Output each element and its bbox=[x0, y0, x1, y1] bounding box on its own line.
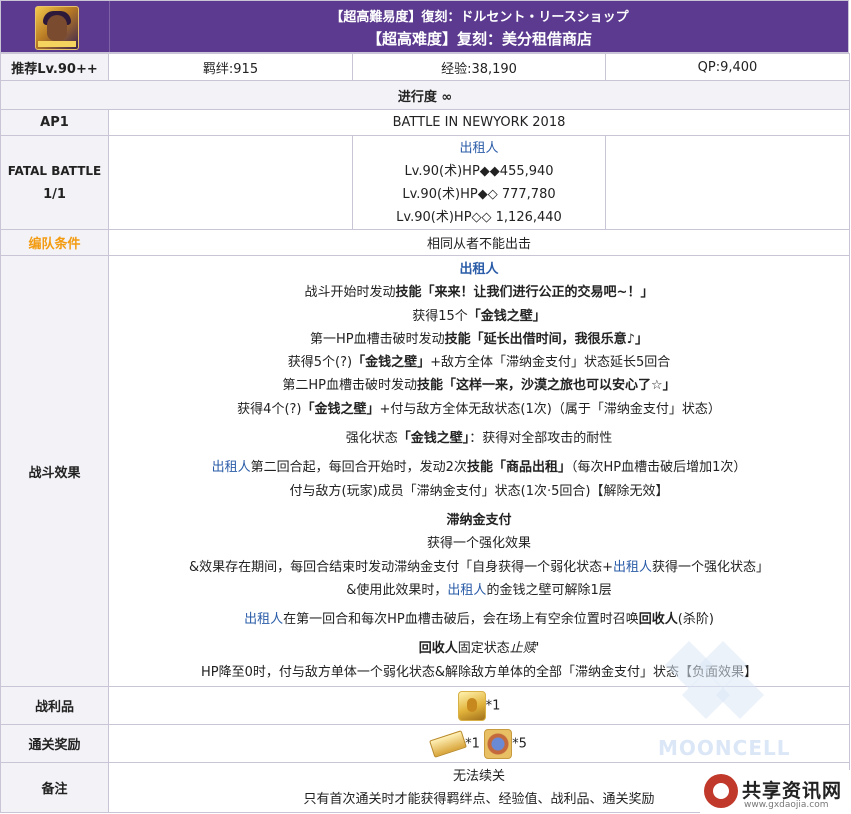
quest-title-jp: 【超高難易度】復刻：ドルセント・リースショップ bbox=[330, 10, 629, 25]
effect-text: 获得一个强化效果 bbox=[426, 536, 531, 552]
buff-name: 「金钱之壁」 bbox=[352, 355, 431, 371]
effects-row: 战斗效果 出租人 战斗开始时发动技能「来来！让我们进行公正的交易吧~！」 获得1… bbox=[0, 255, 850, 687]
effect-text: +付与敌方全体无敌状态(1次)（属于「滞纳金支付」状态） bbox=[379, 401, 721, 417]
craft-essence-card-icon[interactable] bbox=[484, 728, 513, 759]
ap-label: AP1 bbox=[0, 109, 109, 136]
formation-value: 相同从者不能出击 bbox=[108, 229, 850, 256]
note-label: 备注 bbox=[0, 762, 109, 813]
enemy-name-link[interactable]: 出租人 bbox=[244, 612, 283, 627]
effect-text: ：获得对全部攻击的耐性 bbox=[469, 431, 613, 447]
site-name: 共享资讯网 bbox=[742, 780, 843, 802]
buff-name: 「金钱之壁」 bbox=[397, 431, 470, 447]
effect-text: HP降至0时，付与敌方单体一个弱化状态&解除敌方单体的全部「滞纳金支付」状态【负… bbox=[200, 664, 758, 680]
summon-name: 回收人 bbox=[638, 612, 678, 628]
effect-text: &效果存在期间，每回合结束时发动滞纳金支付「自身获得一个弱化状态+ bbox=[188, 559, 613, 575]
exp-value: 经验:38,190 bbox=[352, 53, 606, 81]
buff-name: 「金钱之壁」 bbox=[301, 401, 380, 417]
effect-text: 第二回合起，每回合开始时，发动2次 bbox=[250, 460, 467, 476]
progress-row: 进行度 ∞ bbox=[0, 80, 850, 110]
empty-cell-left bbox=[108, 135, 353, 230]
gold-bar-icon[interactable] bbox=[429, 729, 468, 758]
formation-row: 编队条件 相同从者不能出击 bbox=[0, 229, 850, 256]
enemy-name-link[interactable]: 出租人 bbox=[447, 583, 486, 598]
site-logo[interactable]: 共享资讯网 www.gxdaojia.com bbox=[700, 770, 850, 814]
effect-text: 在第一回合和每次HP血槽击破后，会在场上有空余位置时召唤 bbox=[283, 612, 639, 628]
skill-name: 技能「商品出租」 bbox=[466, 460, 571, 476]
effect-text: 第一HP血槽击破时发动 bbox=[310, 331, 445, 347]
effect-text: 付与敌方(玩家)成员「滞纳金支付」状态(1次·5回合)【解除无效】 bbox=[289, 483, 669, 499]
enemy-hp-line: Lv.90(术)HP◆◇ 777,780 bbox=[402, 186, 556, 202]
ap-row: AP1 BATTLE IN NEWYORK 2018 bbox=[0, 109, 850, 136]
effect-text: 第二HP血槽击破时发动 bbox=[282, 378, 417, 394]
loot-cell: *1 bbox=[108, 686, 850, 725]
effect-text: （每次HP血槽击破后增加1次） bbox=[570, 460, 747, 476]
effect-text: 固定状态 bbox=[457, 641, 510, 657]
empty-cell-right bbox=[605, 135, 850, 230]
fatal-battle-wave: 1/1 bbox=[43, 186, 66, 202]
progress-label: 进行度 ∞ bbox=[0, 80, 850, 110]
recommend-level: 推荐Lv.90++ bbox=[0, 53, 109, 81]
stats-row: 推荐Lv.90++ 羁绊:915 经验:38,190 QP:9,400 bbox=[0, 53, 850, 81]
fatal-battle-label: FATAL BATTLE 1/1 bbox=[0, 135, 109, 230]
quest-page: 【超高難易度】復刻：ドルセント・リースショップ 【超高难度】复刻：美分租借商店 … bbox=[0, 0, 851, 814]
loot-row: 战利品 *1 bbox=[0, 686, 850, 725]
effects-label: 战斗效果 bbox=[0, 255, 109, 687]
skill-name: 技能「延长出借时间，我很乐意♪」 bbox=[444, 331, 648, 347]
quest-title-cn: 【超高难度】复刻：美分租借商店 bbox=[366, 30, 592, 48]
bond-value: 羁绊:915 bbox=[108, 53, 353, 81]
debuff-title: 滞纳金支付 bbox=[446, 512, 512, 528]
status-name: 止赎' bbox=[509, 641, 540, 657]
reward-cell: *1 *5 bbox=[108, 724, 850, 763]
buff-name: 「金钱之壁」 bbox=[467, 308, 546, 324]
effect-text: 战斗开始时发动 bbox=[304, 285, 396, 301]
summon-name: 回收人 bbox=[418, 641, 458, 657]
effect-text: &使用此效果时， bbox=[346, 582, 448, 598]
thumbnail-badge bbox=[38, 41, 76, 47]
quest-table: 推荐Lv.90++ 羁绊:915 经验:38,190 QP:9,400 进行度 … bbox=[0, 53, 850, 813]
effect-text: 的金钱之壁可解除1层 bbox=[486, 582, 612, 598]
fatal-battle-title: FATAL BATTLE bbox=[7, 163, 102, 178]
loot-label: 战利品 bbox=[0, 686, 109, 725]
site-logo-icon bbox=[704, 774, 738, 808]
effect-text: +敌方全体「滞纳金支付」状态延长5回合 bbox=[430, 355, 671, 371]
reward-quantity: *1 bbox=[465, 736, 480, 751]
loot-quantity: *1 bbox=[485, 698, 501, 713]
skill-name: 技能「来来！让我们进行公正的交易吧~！」 bbox=[395, 285, 654, 301]
effect-text: 获得4个(?) bbox=[237, 401, 302, 417]
formation-label: 编队条件 bbox=[0, 229, 109, 256]
effect-text: (杀阶) bbox=[677, 612, 714, 628]
reward-label: 通关奖励 bbox=[0, 724, 109, 763]
enemy-cell: 出租人 Lv.90(术)HP◆◆455,940 Lv.90(术)HP◆◇ 777… bbox=[352, 135, 606, 230]
servant-thumbnail[interactable] bbox=[35, 6, 79, 50]
effects-cell: 出租人 战斗开始时发动技能「来来！让我们进行公正的交易吧~！」 获得15个「金钱… bbox=[108, 255, 850, 687]
enemy-hp-line: Lv.90(术)HP◇◇ 1,126,440 bbox=[396, 209, 562, 225]
effect-text: 获得5个(?) bbox=[287, 355, 353, 371]
enemy-name-link[interactable]: 出租人 bbox=[353, 137, 605, 160]
enemy-hp-line: Lv.90(术)HP◆◆455,940 bbox=[404, 163, 554, 179]
battle-name: BATTLE IN NEWYORK 2018 bbox=[108, 109, 850, 136]
enemy-name-link[interactable]: 出租人 bbox=[212, 460, 251, 475]
gold-statue-icon[interactable] bbox=[457, 690, 486, 721]
thumbnail-face bbox=[47, 15, 67, 41]
site-url: www.gxdaojia.com bbox=[744, 800, 829, 810]
quest-header: 【超高難易度】復刻：ドルセント・リースショップ 【超高难度】复刻：美分租借商店 bbox=[0, 0, 849, 53]
effect-text: 获得一个强化状态」 bbox=[652, 559, 770, 575]
qp-value: QP:9,400 bbox=[605, 53, 850, 81]
effect-text: 强化状态 bbox=[345, 431, 398, 447]
enemy-name-link[interactable]: 出租人 bbox=[459, 262, 498, 277]
fatal-battle-row: FATAL BATTLE 1/1 出租人 Lv.90(术)HP◆◆455,940… bbox=[0, 135, 850, 230]
reward-row: 通关奖励 *1 *5 bbox=[0, 724, 850, 763]
effect-text: 获得15个 bbox=[412, 308, 468, 324]
reward-quantity: *5 bbox=[512, 736, 527, 751]
skill-name: 技能「这样一来，沙漠之旅也可以安心了☆」 bbox=[416, 378, 676, 394]
enemy-name-link[interactable]: 出租人 bbox=[613, 560, 652, 575]
